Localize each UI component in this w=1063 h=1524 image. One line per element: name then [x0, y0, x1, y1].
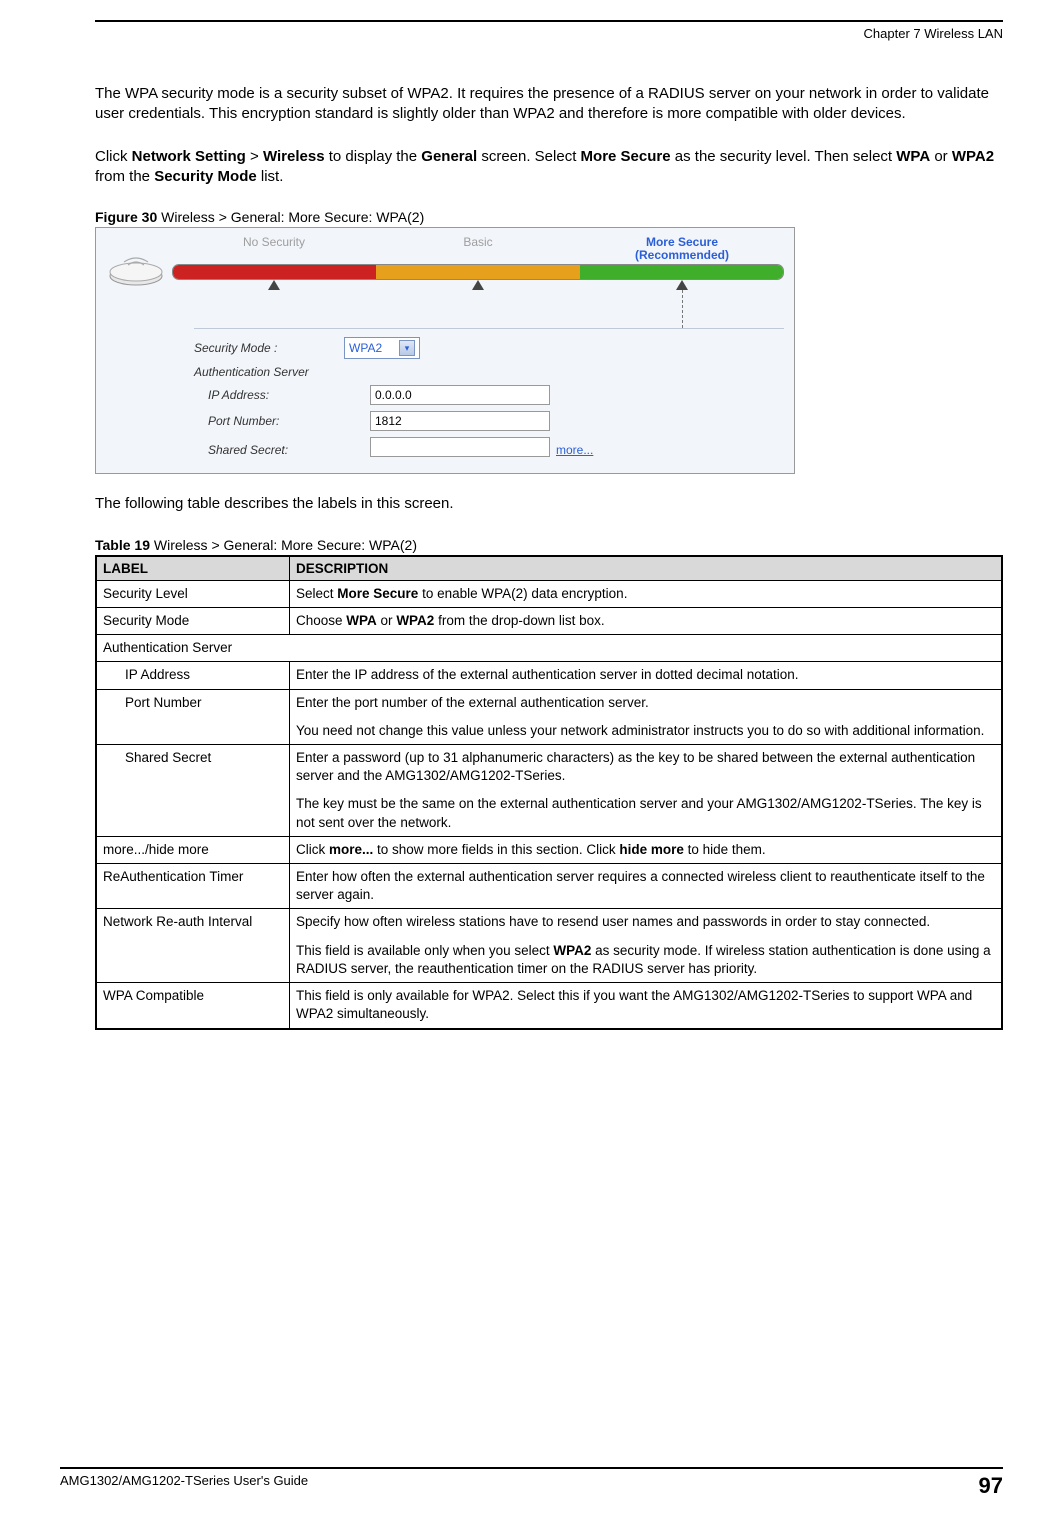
auth-server-label: Authentication Server: [194, 365, 344, 379]
description-table: LABEL DESCRIPTION Security Level Select …: [95, 555, 1003, 1030]
security-mode-label: Security Mode :: [194, 341, 344, 355]
page-footer: AMG1302/AMG1202-TSeries User's Guide 97: [60, 1467, 1003, 1499]
page-number: 97: [979, 1473, 1003, 1499]
table-row: IP Address Enter the IP address of the e…: [96, 662, 1002, 689]
table-header-row: LABEL DESCRIPTION: [96, 556, 1002, 581]
table-row: ReAuthentication Timer Enter how often t…: [96, 864, 1002, 909]
table-caption: Table 19 Wireless > General: More Secure…: [95, 537, 1003, 553]
table-row: Shared Secret Enter a password (up to 31…: [96, 744, 1002, 836]
slider-pointer-icon: [268, 280, 280, 290]
th-description: DESCRIPTION: [290, 556, 1003, 581]
intro-paragraph-1: The WPA security mode is a security subs…: [95, 84, 1003, 125]
figure-panel: No Security Basic More Secure(Recommende…: [95, 227, 795, 474]
intro-paragraph-2: Click Network Setting > Wireless to disp…: [95, 147, 1003, 188]
footer-guide: AMG1302/AMG1202-TSeries User's Guide: [60, 1473, 308, 1499]
router-icon: [106, 252, 166, 288]
table-row: more.../hide more Click more... to show …: [96, 836, 1002, 863]
table-row: Security Mode Choose WPA or WPA2 from th…: [96, 607, 1002, 634]
th-label: LABEL: [96, 556, 290, 581]
security-mode-select[interactable]: WPA2 ▾: [344, 337, 420, 359]
slider-pointer-icon: [472, 280, 484, 290]
security-level-slider[interactable]: No Security Basic More Secure(Recommende…: [172, 236, 784, 294]
port-number-label: Port Number:: [194, 414, 370, 428]
table-row: WPA Compatible This field is only availa…: [96, 983, 1002, 1029]
ip-address-label: IP Address:: [194, 388, 370, 402]
slider-pointer-icon: [676, 280, 688, 290]
shared-secret-label: Shared Secret:: [194, 443, 370, 457]
page-header: Chapter 7 Wireless LAN: [95, 20, 1003, 46]
port-number-input[interactable]: [370, 411, 550, 431]
form-panel: Security Mode : WPA2 ▾ Authentication Se…: [194, 328, 784, 457]
chapter-title: Chapter 7 Wireless LAN: [864, 26, 1003, 41]
slider-track: [172, 264, 784, 280]
more-link[interactable]: more...: [556, 443, 593, 457]
table-row: Security Level Select More Secure to ena…: [96, 580, 1002, 607]
table-row: Authentication Server: [96, 635, 1002, 662]
ip-address-input[interactable]: [370, 385, 550, 405]
slider-label-more-secure: More Secure(Recommended): [580, 236, 784, 262]
slider-label-no-security: No Security: [172, 236, 376, 262]
shared-secret-input[interactable]: [370, 437, 550, 457]
chevron-down-icon: ▾: [399, 340, 415, 356]
table-row: Port Number Enter the port number of the…: [96, 689, 1002, 744]
table-row: Network Re-auth Interval Specify how oft…: [96, 909, 1002, 983]
slider-label-basic: Basic: [376, 236, 580, 262]
figure-caption: Figure 30 Wireless > General: More Secur…: [95, 209, 1003, 225]
table-intro: The following table describes the labels…: [95, 494, 1003, 514]
